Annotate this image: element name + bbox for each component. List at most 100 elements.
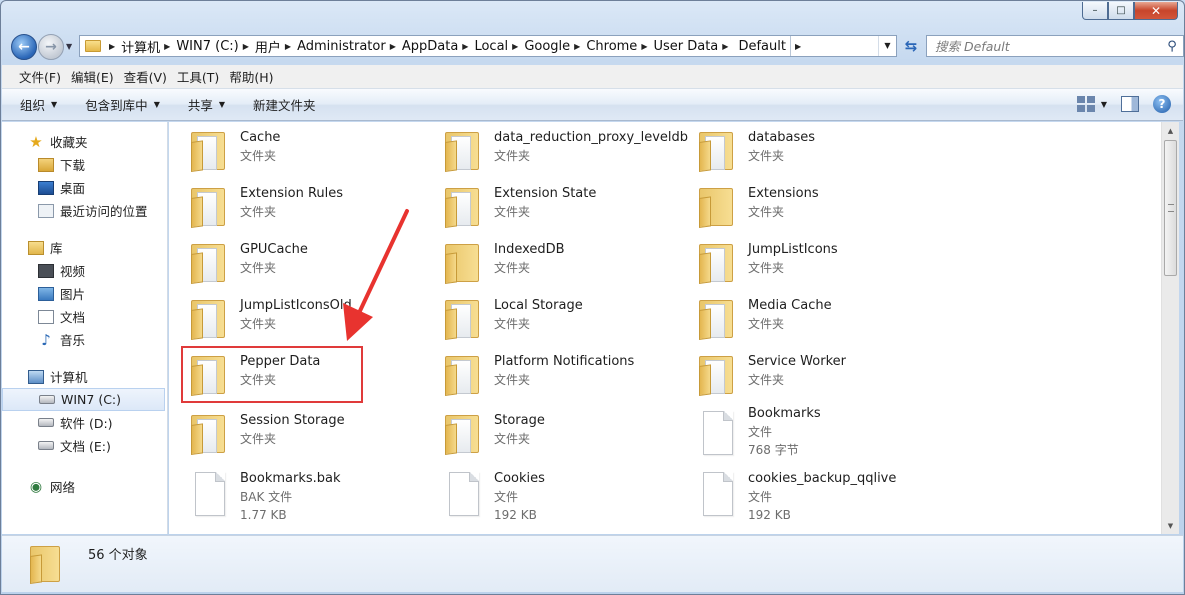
new-folder-button[interactable]: 新建文件夹 [253,95,316,114]
refresh-button[interactable]: ⇆ [899,35,923,57]
breadcrumb-current[interactable]: Default [734,36,791,56]
list-item[interactable]: Cache 文件夹 [169,128,419,182]
navigation-pane: ★ 收藏夹 下载 桌面 最近访问的位置 库 视频 图片 文档 ♪ 音乐 计算机 … [2,122,168,534]
menu-file[interactable]: 文件(F) [14,67,66,86]
list-item[interactable]: Session Storage 文件夹 [169,411,419,465]
view-tiles-icon [1076,96,1095,112]
chevron-right-icon[interactable]: ▶ [791,42,807,51]
chevron-right-icon[interactable]: ▶ [160,42,176,51]
scroll-thumb[interactable] [1164,140,1177,276]
list-item[interactable]: cookies_backup_qqlive 文件 192 KB [677,471,927,532]
caret-down-icon: ▼ [1100,99,1107,109]
list-item[interactable]: Bookmarks.bak BAK 文件 1.77 KB [169,471,419,532]
sidebar-item-drive-c[interactable]: WIN7 (C:) [2,388,165,411]
item-name: Extensions [748,186,819,201]
chevron-right-icon[interactable]: ▶ [458,42,474,51]
menu-help[interactable]: 帮助(H) [224,67,278,86]
list-item[interactable]: Service Worker 文件夹 [677,352,927,406]
sidebar-item-documents[interactable]: 文档 [2,305,167,328]
file-icon [697,472,741,518]
list-item[interactable]: JumpListIcons 文件夹 [677,240,927,294]
search-icon[interactable]: ⚲ [1161,39,1183,54]
folder-icon [189,128,233,174]
list-item[interactable]: Local Storage 文件夹 [423,296,673,350]
item-type: 文件夹 [240,261,277,275]
item-type: 文件夹 [494,432,531,446]
chevron-right-icon[interactable]: ▶ [239,42,255,51]
sidebar-libraries[interactable]: 库 [2,236,167,259]
scroll-up-arrow-icon[interactable]: ▲ [1162,122,1179,139]
item-count: 56 个对象 [88,548,148,563]
menu-edit[interactable]: 编辑(E) [66,67,119,86]
item-type: 文件夹 [494,149,531,163]
minimize-button[interactable]: – [1082,2,1108,20]
breadcrumb-item[interactable]: 用户 [255,37,281,56]
breadcrumb-item[interactable]: Google [524,39,570,54]
item-name: IndexedDB [494,242,565,257]
sidebar-item-pictures[interactable]: 图片 [2,282,167,305]
chevron-right-icon[interactable]: ▶ [570,42,586,51]
help-icon[interactable]: ? [1153,95,1171,113]
sidebar-item-drive-e[interactable]: 文档 (E:) [2,434,167,457]
menu-tools[interactable]: 工具(T) [172,67,224,86]
breadcrumb-item[interactable]: WIN7 (C:) [176,39,238,54]
list-item[interactable]: Bookmarks 文件 768 字节 [677,406,927,471]
annotation-arrow-icon [343,209,409,341]
list-item[interactable]: Extensions 文件夹 [677,184,927,238]
sidebar-network[interactable]: ◉ 网络 [2,475,167,498]
sidebar-item-downloads[interactable]: 下载 [2,153,167,176]
chevron-right-icon[interactable]: ▶ [386,42,402,51]
address-bar[interactable]: ▶ 计算机 ▶ WIN7 (C:) ▶ 用户 ▶ Administrator ▶… [79,35,897,57]
item-type: 文件夹 [240,149,277,163]
sidebar-item-videos[interactable]: 视频 [2,259,167,282]
recent-pages-dropdown[interactable]: ▼ [66,42,72,51]
preview-pane-icon[interactable] [1121,96,1139,112]
organize-button[interactable]: 组织 ▼ [20,95,57,114]
chevron-right-icon[interactable]: ▶ [105,42,121,51]
list-item[interactable]: Extension State 文件夹 [423,184,673,238]
folder-icon [697,184,741,230]
breadcrumb-item[interactable]: 计算机 [121,37,160,56]
include-in-library-button[interactable]: 包含到库中 ▼ [85,95,160,114]
close-button[interactable]: ✕ [1134,2,1178,20]
share-button[interactable]: 共享 ▼ [188,95,225,114]
search-input[interactable] [935,38,1161,54]
back-button[interactable]: ← [11,34,37,60]
list-item[interactable]: Platform Notifications 文件夹 [423,352,673,406]
breadcrumb-item[interactable]: Chrome [586,39,637,54]
breadcrumb-item[interactable]: Administrator [297,39,386,54]
folder-icon [189,184,233,230]
sidebar-item-music[interactable]: ♪ 音乐 [2,328,167,351]
item-name: Service Worker [748,354,846,369]
sidebar-item-recent-places[interactable]: 最近访问的位置 [2,199,167,222]
sidebar-item-drive-d[interactable]: 软件 (D:) [2,411,167,434]
chevron-right-icon[interactable]: ▶ [508,42,524,51]
search-box[interactable]: ⚲ [926,35,1184,57]
scroll-down-arrow-icon[interactable]: ▼ [1162,517,1179,534]
sidebar-computer[interactable]: 计算机 [2,365,167,388]
breadcrumb-item[interactable]: User Data [653,39,718,54]
chevron-right-icon[interactable]: ▶ [281,42,297,51]
menu-view[interactable]: 查看(V) [119,67,172,86]
downloads-folder-icon [38,157,54,172]
forward-button[interactable]: → [38,34,64,60]
list-item[interactable]: Cookies 文件 192 KB [423,471,673,532]
chevron-right-icon[interactable]: ▶ [637,42,653,51]
arrow-right-icon: → [45,39,57,55]
arrow-left-icon: ← [18,39,30,55]
vertical-scrollbar[interactable]: ▲ ▼ [1161,122,1179,534]
list-item[interactable]: Media Cache 文件夹 [677,296,927,350]
breadcrumb-item[interactable]: AppData [402,39,458,54]
sidebar-favorites[interactable]: ★ 收藏夹 [2,130,167,153]
change-view-button[interactable]: ▼ [1076,96,1107,112]
breadcrumb-item[interactable]: Local [474,39,508,54]
list-item[interactable]: databases 文件夹 [677,128,927,182]
maximize-button[interactable]: □ [1108,2,1134,20]
list-item[interactable]: data_reduction_proxy_leveldb 文件夹 [423,128,688,182]
sidebar-item-desktop[interactable]: 桌面 [2,176,167,199]
item-type: 文件夹 [748,261,785,275]
address-history-dropdown[interactable]: ▼ [878,36,896,56]
list-item[interactable]: IndexedDB 文件夹 [423,240,673,294]
list-item[interactable]: Storage 文件夹 [423,411,673,465]
chevron-right-icon[interactable]: ▶ [718,42,734,51]
